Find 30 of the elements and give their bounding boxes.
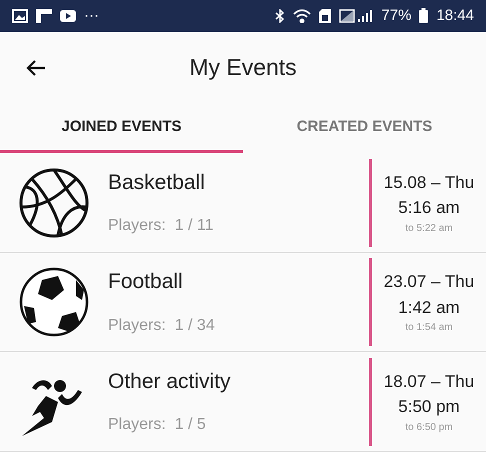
- event-name: Basketball: [108, 170, 206, 196]
- event-time: 5:16 am: [398, 197, 460, 220]
- clock: 18:44: [436, 6, 474, 26]
- end-time: to 5:22 am: [405, 222, 453, 236]
- back-arrow-icon: [26, 58, 46, 77]
- signal-icon: [339, 8, 374, 23]
- page-title: My Events: [189, 53, 297, 82]
- players-count: Players: 1 / 5: [108, 415, 207, 436]
- event-name: Other activity: [108, 368, 232, 395]
- event-date: 23.07 – Thu: [384, 271, 474, 294]
- tab[interactable]: CREATED EVENTS: [243, 104, 486, 154]
- event-date: 15.08 – Thu: [384, 172, 474, 194]
- event-name: Football: [108, 269, 184, 296]
- end-time: to 6:50 pm: [405, 420, 453, 435]
- event-time: 1:42 am: [398, 296, 460, 319]
- wifi-icon: [293, 8, 312, 23]
- battery-icon: [419, 8, 428, 24]
- battery-percentage: 77%: [381, 6, 412, 26]
- bluetooth-icon: [275, 8, 286, 23]
- event-date: 18.07 – Thu: [384, 370, 474, 393]
- event-time: 5:50 pm: [398, 396, 460, 418]
- end-time: to 1:54 am: [405, 321, 453, 336]
- players-count: Players: 1 / 11: [108, 216, 215, 236]
- image-icon: [12, 8, 28, 23]
- sim-icon: [319, 8, 332, 23]
- overflow-indicator: ···: [84, 6, 99, 26]
- players-count: Players: 1 / 34: [108, 316, 216, 336]
- soccer-ball-icon: [18, 266, 90, 338]
- basketball-icon: [18, 166, 90, 239]
- video-icon: [60, 10, 76, 22]
